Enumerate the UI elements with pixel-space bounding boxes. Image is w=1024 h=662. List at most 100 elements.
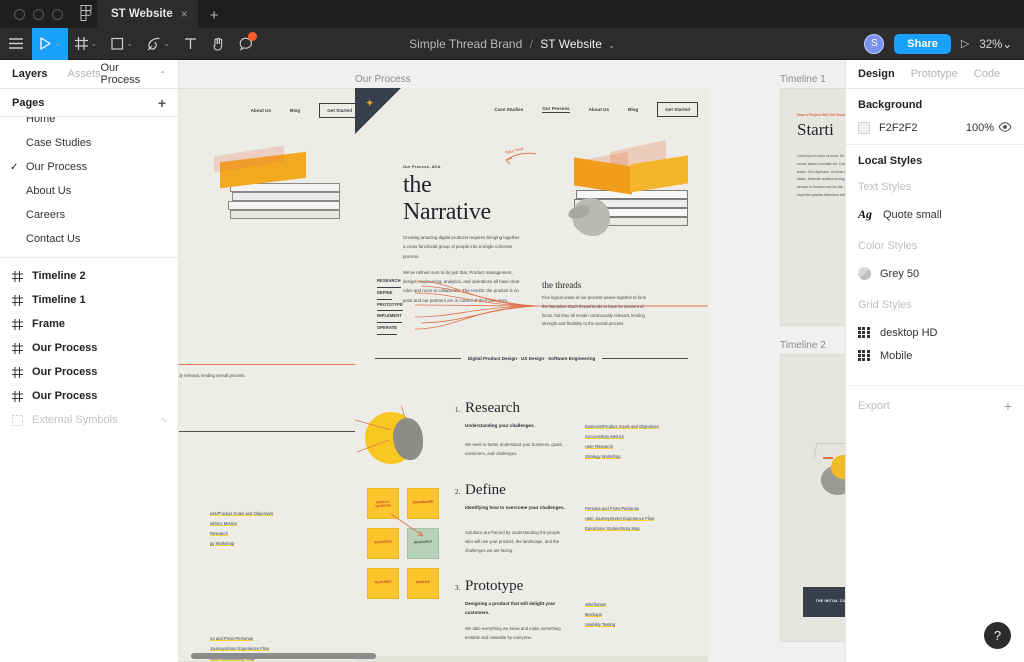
threads-title: the threads xyxy=(542,280,582,290)
sticky-label: PROFILE xyxy=(415,579,431,585)
breadcrumb-file[interactable]: ST Website xyxy=(540,37,602,51)
help-button[interactable]: ? xyxy=(984,622,1011,649)
step-body: We seek to better understand your busine… xyxy=(465,442,563,457)
sidebar-item-careers[interactable]: Careers xyxy=(0,203,178,227)
frame-label-timeline-2[interactable]: Timeline 2 xyxy=(780,340,826,351)
frame-icon xyxy=(12,318,23,330)
layer-row[interactable]: Timeline 2 xyxy=(0,264,178,288)
frame-tool-button[interactable]: ⌄ xyxy=(68,28,104,60)
tab-prototype[interactable]: Prototype xyxy=(911,68,958,80)
file-tab[interactable]: ST Website × xyxy=(97,0,198,28)
pen-tool-caret-icon[interactable]: ⌄ xyxy=(164,40,170,48)
tab-design[interactable]: Design xyxy=(858,68,895,80)
sidebar-item-case-studies[interactable]: Case Studies xyxy=(0,131,178,155)
layers-list: Timeline 2 Timeline 1 Frame Our Process … xyxy=(0,264,178,432)
shape-tool-button[interactable]: ⌄ xyxy=(104,28,140,60)
library-icon[interactable]: ∿ xyxy=(160,415,178,426)
canvas-horizontal-scrollbar[interactable] xyxy=(191,653,376,659)
background-color-hex[interactable]: F2F2F2 xyxy=(879,122,918,134)
frame-label-timeline-1[interactable]: Timeline 1 xyxy=(780,74,826,85)
layer-row[interactable]: Timeline 1 xyxy=(0,288,178,312)
tab-assets[interactable]: Assets xyxy=(67,68,100,80)
text-style-row[interactable]: Ag Quote small xyxy=(858,203,1012,226)
layer-row[interactable]: Our Process xyxy=(0,336,178,360)
threads-step: RESEARCH xyxy=(377,276,401,288)
right-sidebar-tabs: Design Prototype Code xyxy=(846,60,1024,89)
layer-row[interactable]: Frame xyxy=(0,312,178,336)
text-tool-button[interactable] xyxy=(177,28,204,60)
breadcrumb-project[interactable]: Simple Thread Brand xyxy=(409,37,522,51)
window-controls[interactable] xyxy=(0,9,75,28)
page-label: About Us xyxy=(26,185,72,197)
site-nav-item-our-process: Our Process xyxy=(542,106,570,113)
new-tab-button[interactable]: + xyxy=(198,0,231,28)
site-nav-cta-button: Get Started xyxy=(657,102,698,117)
sticky-arrow-icon xyxy=(390,513,424,537)
sidebar-item-our-process[interactable]: ✓ Our Process xyxy=(0,155,178,179)
grid-style-row[interactable]: desktop HD xyxy=(858,321,1012,344)
tagline-rule-right xyxy=(602,358,688,359)
deliverable-item: Wireframes xyxy=(585,602,607,607)
text-styles-title: Text Styles xyxy=(858,181,912,193)
grid-style-row[interactable]: Mobile xyxy=(858,344,1012,367)
add-page-button[interactable]: + xyxy=(158,95,166,111)
color-style-row[interactable]: Grey 50 xyxy=(858,262,1012,285)
pages-header: Pages + xyxy=(0,89,178,117)
minimize-window-icon[interactable] xyxy=(33,9,44,20)
frame-icon xyxy=(12,366,23,378)
threads-paragraph: Five logical areas of our process weave … xyxy=(542,295,647,327)
page-selector[interactable]: Our Process ⌃ xyxy=(101,62,167,86)
artboard-our-process[interactable]: ✦ Case Studies Our Process About Us Blog… xyxy=(355,88,708,662)
comment-tool-button[interactable] xyxy=(232,28,260,60)
pen-tool-button[interactable]: ⌄ xyxy=(140,28,177,60)
sticky-label: FEATURES xyxy=(374,579,392,585)
breadcrumb-chevron-down-icon[interactable]: ⌄ xyxy=(608,41,615,50)
artboard-timeline-1[interactable]: How a Project Will Get Started Starti Lo… xyxy=(780,88,845,326)
share-button[interactable]: Share xyxy=(894,33,951,54)
frame-tool-caret-icon[interactable]: ⌄ xyxy=(91,40,97,48)
layer-row-external-symbols[interactable]: External Symbols ∿ xyxy=(0,408,178,432)
layer-label: Timeline 2 xyxy=(32,270,86,282)
move-tool-button[interactable]: ⌄ xyxy=(32,27,68,60)
layer-row[interactable]: Our Process xyxy=(0,360,178,384)
present-icon[interactable]: ▷ xyxy=(961,37,969,50)
threads-step: OPERATE xyxy=(377,323,397,335)
artboard-tagline: Digital Product Design · UX Design · Sof… xyxy=(375,356,688,361)
frame-label-our-process[interactable]: Our Process xyxy=(355,74,411,85)
canvas[interactable]: About Us Blog Get Started ns weave toget… xyxy=(179,60,845,662)
grid-style-label: desktop HD xyxy=(880,326,938,339)
pages-list: Home Case Studies ✓ Our Process About Us… xyxy=(0,117,178,251)
visibility-eye-icon[interactable] xyxy=(998,121,1012,135)
layer-row[interactable]: Our Process xyxy=(0,384,178,408)
add-export-button[interactable]: + xyxy=(1004,398,1012,414)
background-color-swatch[interactable] xyxy=(858,122,870,134)
avatar[interactable]: S xyxy=(864,33,885,54)
file-tab-label: ST Website xyxy=(111,8,173,20)
layer-label: Frame xyxy=(32,318,66,330)
shape-tool-caret-icon[interactable]: ⌄ xyxy=(127,40,133,48)
sidebar-item-about-us[interactable]: About Us xyxy=(0,179,178,203)
color-style-swatch-icon xyxy=(858,267,871,280)
text-style-icon: Ag xyxy=(858,207,873,221)
move-tool-caret-icon[interactable]: ⌄ xyxy=(55,40,61,48)
figma-logo-icon[interactable] xyxy=(75,5,97,28)
tab-layers[interactable]: Layers xyxy=(12,68,47,80)
grid-icon xyxy=(858,326,871,339)
step-deliverables: Business/Product Goals and Objectives Su… xyxy=(585,422,695,462)
threads-step-list: RESEARCH DEFINE PROTOTYPE IMPLEMENT OPER… xyxy=(377,276,403,335)
sidebar-item-home[interactable]: Home xyxy=(0,117,178,131)
close-tab-icon[interactable]: × xyxy=(181,7,188,21)
sidebar-item-contact-us[interactable]: Contact Us xyxy=(0,227,178,251)
page-selector-label: Our Process xyxy=(100,62,141,86)
background-row[interactable]: F2F2F2 100% xyxy=(858,121,1012,135)
main-menu-button[interactable] xyxy=(0,28,32,60)
hand-tool-button[interactable] xyxy=(204,28,232,60)
artboard-our-process-previous[interactable]: About Us Blog Get Started ns weave toget… xyxy=(179,88,370,662)
pages-header-label: Pages xyxy=(12,96,45,109)
zoom-level[interactable]: 32%⌄ xyxy=(979,37,1012,51)
tab-code[interactable]: Code xyxy=(974,68,1000,80)
artboard-corner-accent xyxy=(355,88,401,134)
artboard-timeline-2[interactable]: THE INITIAL CONVERSATION xyxy=(780,354,845,642)
close-window-icon[interactable] xyxy=(14,9,25,20)
maximize-window-icon[interactable] xyxy=(52,9,63,20)
